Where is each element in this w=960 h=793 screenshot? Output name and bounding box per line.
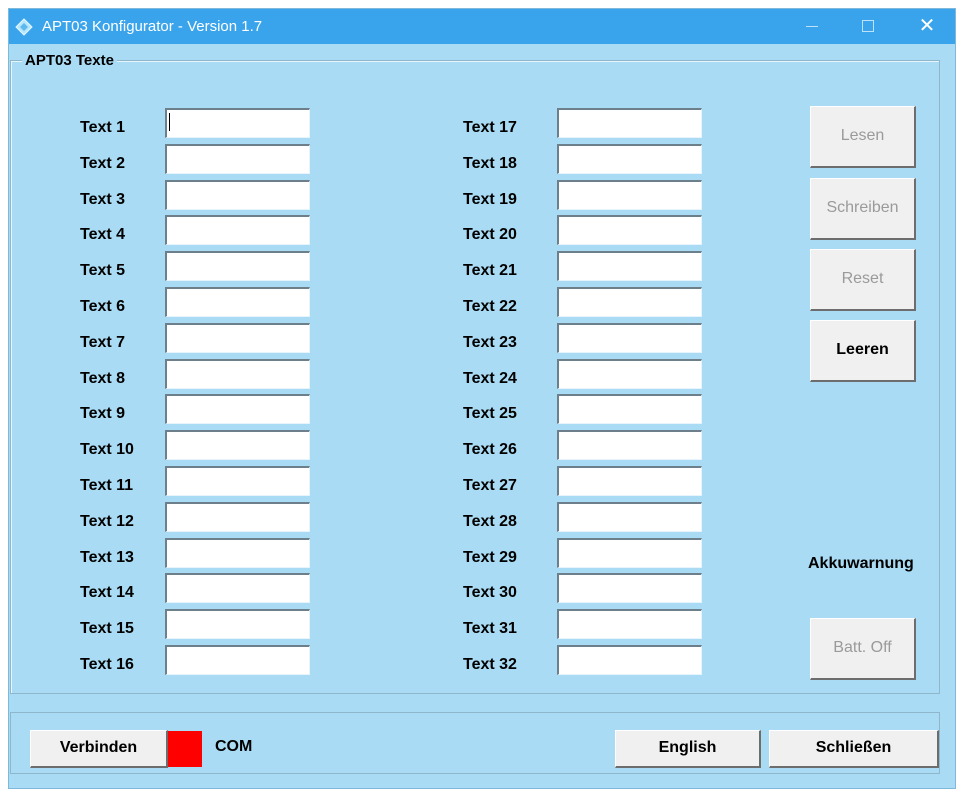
text-label: Text 24 [463,369,517,387]
text-label: Text 16 [80,656,134,673]
maximize-button[interactable] [845,9,891,44]
clear-button[interactable]: Leeren [810,320,916,382]
text-label: Text 11 [80,477,134,494]
language-button[interactable]: English [615,730,761,768]
text-input-field[interactable] [557,358,702,389]
text-input-field[interactable] [165,645,310,675]
text-input-field[interactable] [557,430,702,461]
text-cursor [169,113,170,131]
text-input-field[interactable] [557,322,702,353]
com-port-label: COM [215,738,253,755]
text-label: Text 26 [463,441,517,459]
text-input-field[interactable] [557,573,702,604]
reset-button[interactable]: Reset [810,249,916,311]
text-input-field[interactable] [557,143,702,174]
text-input-field[interactable] [165,322,310,353]
text-label: Text 28 [463,512,517,530]
text-label: Text 5 [80,262,126,280]
text-label: Text 18 [463,154,517,172]
text-label: Text 22 [463,298,517,315]
text-label: Text 6 [80,298,126,315]
text-input-field[interactable] [165,143,310,174]
text-label: Text 1 [80,119,126,136]
maximize-icon [862,20,874,32]
write-button[interactable]: Schreiben [810,178,916,240]
text-label: Text 19 [463,190,517,208]
text-input-field[interactable] [165,609,310,640]
text-label: Text 27 [463,477,517,494]
text-label: Text 4 [80,226,126,244]
connect-button[interactable]: Verbinden [30,730,168,768]
text-input-field[interactable] [557,215,702,246]
text-label: Text 20 [463,226,517,244]
text-label: Text 17 [463,119,517,136]
text-input-field[interactable] [557,179,702,210]
minimize-button[interactable] [789,9,835,44]
text-input-field[interactable] [557,645,702,675]
text-label: Text 13 [80,548,134,566]
text-label: Text 12 [80,512,134,530]
text-label: Text 2 [80,154,126,172]
text-input-field[interactable] [557,287,702,317]
text-label: Text 31 [463,620,517,638]
text-input-field[interactable] [165,501,310,532]
text-label: Text 7 [80,333,126,351]
groupbox-title: APT03 Texte [22,52,117,69]
text-label: Text 10 [80,441,134,459]
text-input-field[interactable] [165,358,310,389]
text-label: Text 23 [463,333,517,351]
text-input-field[interactable] [557,537,702,568]
text-label: Text 14 [80,584,134,602]
window-title: APT03 Konfigurator - Version 1.7 [42,18,263,35]
text-input-field[interactable] [165,537,310,568]
text-input-field[interactable] [165,287,310,317]
close-icon: ✕ [918,15,936,37]
text-input-field[interactable] [165,466,310,496]
minimize-icon [806,26,818,27]
text-input-field[interactable] [165,430,310,461]
text-input-field[interactable] [557,251,702,282]
title-bar[interactable]: APT03 Konfigurator - Version 1.7 ✕ [9,9,955,44]
text-label: Text 29 [463,548,517,566]
battery-warning-label: Akkuwarnung [808,555,914,572]
battery-off-button[interactable]: Batt. Off [810,618,916,680]
text-label: Text 3 [80,190,126,208]
text-label: Text 32 [463,656,517,673]
connection-status-indicator [168,731,202,767]
text-input-field[interactable] [165,215,310,246]
text-input-field[interactable] [557,108,702,138]
text-label: Text 8 [80,369,126,387]
app-diamond-icon [15,18,33,36]
text-input-field[interactable] [557,609,702,640]
text-input-field[interactable] [557,394,702,425]
text-input-field[interactable] [165,179,310,210]
text-label: Text 15 [80,620,134,638]
close-app-button[interactable]: Schließen [769,730,939,768]
text-input-field[interactable] [557,466,702,496]
text-label: Text 9 [80,405,126,423]
close-button[interactable]: ✕ [904,9,950,44]
text-label: Text 25 [463,405,517,423]
text-input-field[interactable] [557,501,702,532]
text-label: Text 30 [463,584,517,602]
text-label: Text 21 [463,262,517,280]
read-button[interactable]: Lesen [810,106,916,168]
text-input-field[interactable] [165,251,310,282]
text-input-field[interactable] [165,108,310,138]
text-input-field[interactable] [165,573,310,604]
text-input-field[interactable] [165,394,310,425]
